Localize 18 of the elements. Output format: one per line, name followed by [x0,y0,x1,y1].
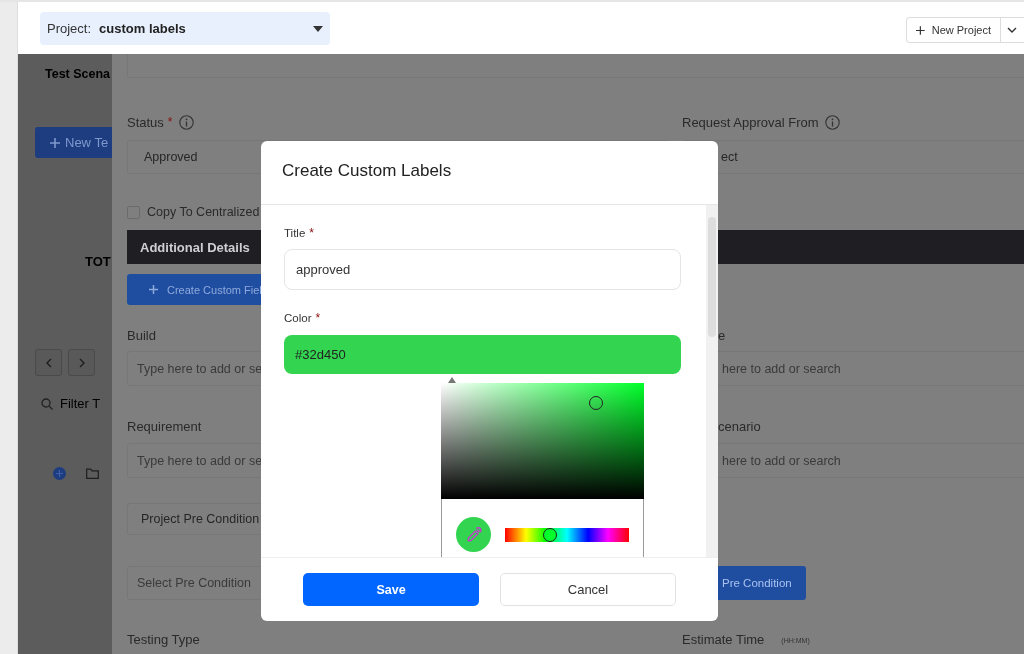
section-title: Additional Details [140,239,250,255]
field-label: Color [284,312,312,324]
panel-title: Test Scena [45,67,112,81]
required-mark: * [167,115,173,129]
required-mark: * [309,226,314,240]
field-label: Requirement [127,418,202,434]
field-label: Build [127,327,156,343]
checkbox-label: Copy To Centralized [147,205,260,219]
field-label: Testing Type [127,631,200,647]
required-mark: * [315,311,321,325]
field-label: e [718,327,726,343]
field-label: Estimate Time [682,631,765,647]
field-label: cenario [718,418,761,434]
dialog-title: Create Custom Labels [282,160,452,181]
total-label: TOT [85,254,112,269]
field-label: Status [127,114,164,130]
field-label: Request Approval From [682,114,819,130]
field-label: Title [284,227,306,239]
